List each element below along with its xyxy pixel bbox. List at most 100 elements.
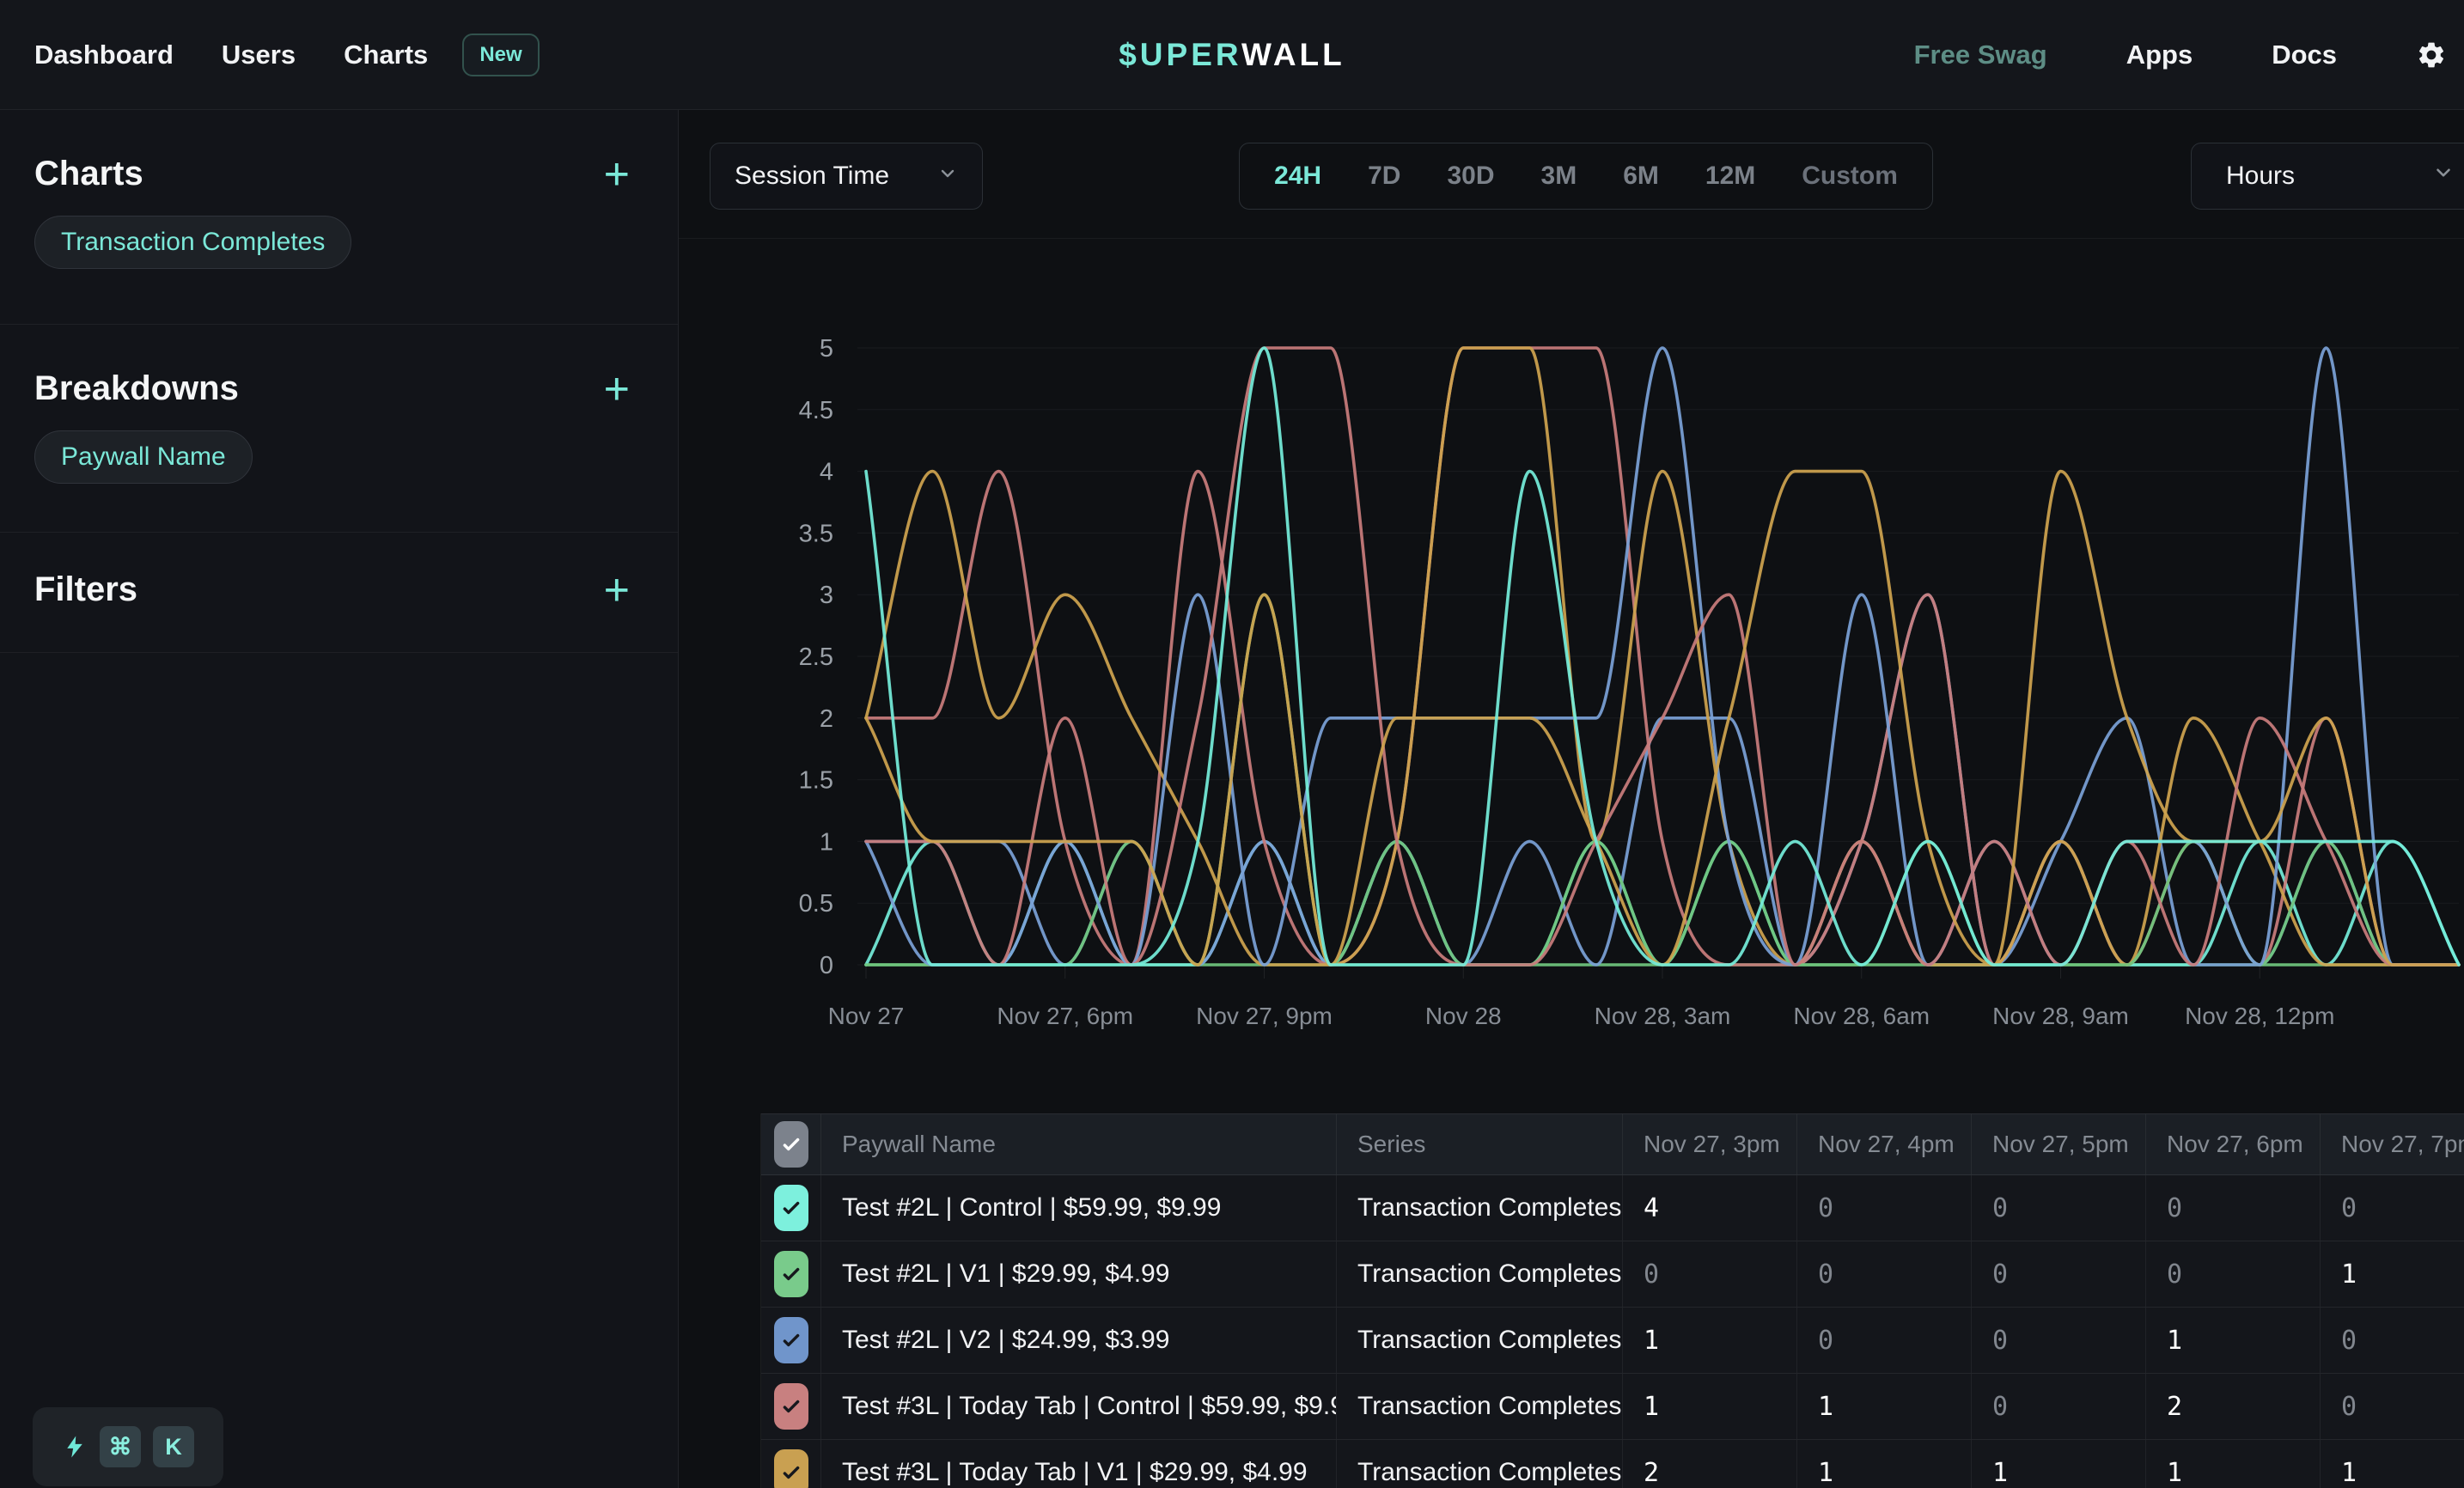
x-axis-label: Nov 28, 6am	[1793, 1003, 1930, 1029]
y-axis-label: 4	[820, 459, 833, 486]
chip-transaction-completes[interactable]: Transaction Completes	[34, 216, 351, 269]
y-axis-label: 2	[820, 705, 833, 733]
interval-select[interactable]: Hours	[2191, 143, 2464, 210]
cell-value: 0	[1797, 1241, 1972, 1307]
y-axis-label: 2.5	[799, 643, 833, 671]
row-checkbox-cell	[761, 1175, 821, 1241]
cell-value: 0	[1797, 1308, 1972, 1373]
cell-series: Transaction Completes	[1337, 1175, 1623, 1241]
cell-value: 4	[1623, 1175, 1797, 1241]
cell-value: 1	[2321, 1440, 2464, 1488]
range-12m[interactable]: 12M	[1705, 162, 1755, 191]
y-axis-label: 5	[820, 335, 833, 363]
range-30d[interactable]: 30D	[1447, 162, 1494, 191]
cell-value: 0	[1972, 1308, 2146, 1373]
sidebar-section-head: Breakdowns+	[34, 369, 630, 408]
x-axis-label: Nov 28, 3am	[1595, 1003, 1731, 1029]
x-axis-label: Nov 27	[828, 1003, 905, 1029]
cell-value: 2	[2146, 1374, 2321, 1439]
row-checkbox[interactable]	[774, 1449, 808, 1488]
sidebar-section-charts: Charts + Transaction Completes	[0, 110, 678, 325]
y-axis-label: 4.5	[799, 397, 833, 424]
row-checkbox-cell	[761, 1308, 821, 1373]
cell-value: 0	[2146, 1241, 2321, 1307]
interval-select-value: Hours	[2226, 162, 2295, 191]
sidebar-section-filters: Filters +	[0, 533, 678, 653]
time-range-group: 24H 7D 30D 3M 6M 12M Custom	[1239, 143, 1933, 210]
sidebar-section-title: Charts	[34, 155, 143, 193]
row-checkbox[interactable]	[774, 1251, 808, 1297]
add-filters-button[interactable]: +	[604, 573, 630, 607]
row-checkbox[interactable]	[774, 1383, 808, 1430]
range-24h[interactable]: 24H	[1274, 162, 1321, 191]
col-header-time: Nov 27, 3pm	[1623, 1114, 1797, 1174]
cell-value: 1	[1623, 1308, 1797, 1373]
cell-value: 1	[2146, 1440, 2321, 1488]
row-checkbox-cell	[761, 1374, 821, 1439]
breakdown-table: Paywall NameSeriesNov 27, 3pmNov 27, 4pm…	[760, 1113, 2464, 1488]
range-6m[interactable]: 6M	[1623, 162, 1659, 191]
nav-links: Dashboard Users Charts New	[0, 34, 540, 76]
table-header-checkbox-cell	[761, 1114, 821, 1174]
add-breakdowns-button[interactable]: +	[604, 372, 630, 406]
cell-value: 1	[1797, 1440, 1972, 1488]
range-7d[interactable]: 7D	[1368, 162, 1400, 191]
cell-value: 0	[2321, 1374, 2464, 1439]
col-header-paywall-name: Paywall Name	[821, 1114, 1337, 1174]
col-header-time: Nov 27, 4pm	[1797, 1114, 1972, 1174]
nav-link-apps[interactable]: Apps	[2126, 40, 2193, 70]
cell-value: 0	[1972, 1374, 2146, 1439]
nav-link-free-swag[interactable]: Free Swag	[1914, 40, 2047, 70]
cell-value: 0	[1972, 1241, 2146, 1307]
row-checkbox[interactable]	[774, 1185, 808, 1231]
add-charts-button[interactable]: +	[604, 157, 630, 192]
table-row: Test #2L | V1 | $29.99, $4.99Transaction…	[761, 1241, 2464, 1308]
y-axis-label: 0	[820, 952, 833, 979]
app: Dashboard Users Charts New $UPERWALL Free S…	[0, 0, 2464, 1488]
logo-accent-text: $UPER	[1119, 37, 1241, 72]
cell-value: 1	[2321, 1241, 2464, 1307]
cell-value: 0	[2321, 1308, 2464, 1373]
chart-toolbar: Session Time 24H 7D 30D 3M 6M 12M Custom Hours	[679, 110, 2464, 239]
range-3m[interactable]: 3M	[1541, 162, 1577, 191]
chevron-down-icon	[2432, 162, 2455, 191]
table-row: Test #2L | Control | $59.99, $9.99Transa…	[761, 1175, 2464, 1241]
cell-value: 1	[1972, 1440, 2146, 1488]
row-checkbox-cell	[761, 1241, 821, 1307]
x-axis-label: Nov 28, 12pm	[2185, 1003, 2334, 1029]
sidebar: Charts + Transaction Completes Breakdowns+ P…	[0, 110, 679, 1488]
cell-value: 1	[1797, 1374, 1972, 1439]
new-badge[interactable]: New	[462, 34, 539, 76]
cell-series: Transaction Completes	[1337, 1374, 1623, 1439]
lightning-bolt-icon	[62, 1430, 88, 1463]
nav-link-charts[interactable]: Charts	[344, 40, 428, 70]
table-row: Test #3L | Today Tab | Control | $59.99,…	[761, 1374, 2464, 1440]
x-axis-label: Nov 28, 9am	[1992, 1003, 2129, 1029]
chip-paywall-name[interactable]: Paywall Name	[34, 430, 253, 484]
table-header-row: Paywall NameSeriesNov 27, 3pmNov 27, 4pm…	[761, 1113, 2464, 1175]
nav-link-dashboard[interactable]: Dashboard	[34, 40, 174, 70]
row-checkbox[interactable]	[774, 1317, 808, 1363]
settings-gear-icon[interactable]	[2416, 40, 2447, 70]
select-all-checkbox[interactable]	[774, 1121, 808, 1168]
sidebar-section-head: Filters +	[34, 570, 630, 609]
command-palette-hint[interactable]: ⌘K	[33, 1407, 223, 1486]
command-key: ⌘	[100, 1426, 141, 1467]
cell-value: 2	[1623, 1440, 1797, 1488]
sidebar-section-breakdowns: Breakdowns+ Paywall Name	[0, 325, 678, 533]
cell-value: 0	[2321, 1175, 2464, 1241]
brand-logo[interactable]: $UPERWALL	[1119, 37, 1345, 73]
top-nav: Dashboard Users Charts New $UPERWALL Free S…	[0, 0, 2464, 110]
metric-select[interactable]: Session Time	[710, 143, 983, 210]
range-custom[interactable]: Custom	[1802, 162, 1898, 191]
sidebar-section-title: Filters	[34, 570, 137, 609]
cell-value: 0	[1623, 1241, 1797, 1307]
nav-link-docs[interactable]: Docs	[2272, 40, 2337, 70]
cell-paywall-name: Test #2L | V1 | $29.99, $4.99	[821, 1241, 1337, 1307]
cell-series: Transaction Completes	[1337, 1308, 1623, 1373]
col-header-series: Series	[1337, 1114, 1623, 1174]
table-row: Test #2L | V2 | $24.99, $3.99Transaction…	[761, 1308, 2464, 1374]
y-axis-label: 1.5	[799, 767, 833, 795]
nav-link-users[interactable]: Users	[222, 40, 296, 70]
x-axis-label: Nov 28	[1425, 1003, 1502, 1029]
